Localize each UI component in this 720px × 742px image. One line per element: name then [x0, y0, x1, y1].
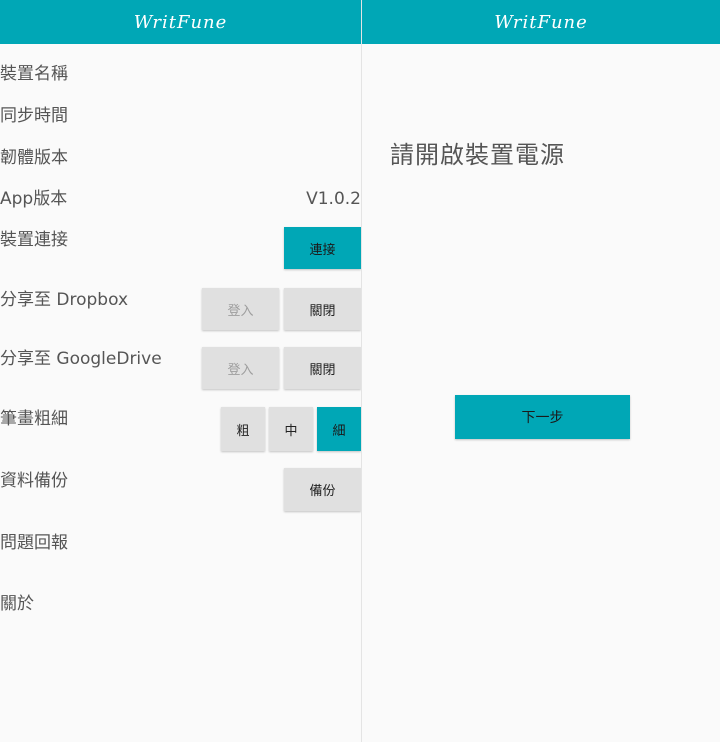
backup-button[interactable]: 備份: [284, 468, 361, 511]
app-version-value: V1.0.2: [306, 189, 361, 209]
app-version-label: App版本: [0, 189, 68, 209]
sync-time-label[interactable]: 同步時間: [0, 105, 68, 127]
data-backup-label: 資料備份: [0, 471, 68, 491]
settings-screen: WritFune 裝置名稱 同步時間 韌體版本 App版本 V1.0.2 裝置連…: [0, 0, 361, 742]
device-connection-label: 裝置連接: [0, 230, 68, 250]
thickness-thin-button[interactable]: 細: [317, 407, 361, 451]
googledrive-login-button[interactable]: 登入: [202, 347, 279, 389]
next-step-button[interactable]: 下一步: [455, 395, 630, 439]
firmware-version-label[interactable]: 韌體版本: [0, 147, 68, 169]
dropbox-login-button[interactable]: 登入: [202, 288, 279, 330]
power-on-screen: WritFune 請開啟裝置電源 下一步: [362, 0, 720, 742]
googledrive-off-button[interactable]: 關閉: [284, 347, 361, 389]
dropbox-off-button[interactable]: 關閉: [284, 288, 361, 330]
thickness-medium-button[interactable]: 中: [269, 407, 313, 451]
pen-thickness-label: 筆畫粗細: [0, 409, 68, 429]
about-label[interactable]: 關於: [0, 593, 34, 615]
app-logo: WritFune: [494, 11, 588, 33]
app-header: WritFune: [362, 0, 720, 44]
share-googledrive-label: 分享至 GoogleDrive: [0, 349, 162, 369]
device-name-label[interactable]: 裝置名稱: [0, 63, 68, 85]
share-dropbox-label: 分享至 Dropbox: [0, 290, 129, 310]
connect-button[interactable]: 連接: [284, 227, 361, 269]
power-on-prompt: 請開啟裝置電源: [390, 141, 565, 169]
app-header: WritFune: [0, 0, 361, 44]
feedback-label[interactable]: 問題回報: [0, 532, 68, 554]
app-logo: WritFune: [133, 11, 228, 33]
thickness-thick-button[interactable]: 粗: [221, 407, 265, 451]
